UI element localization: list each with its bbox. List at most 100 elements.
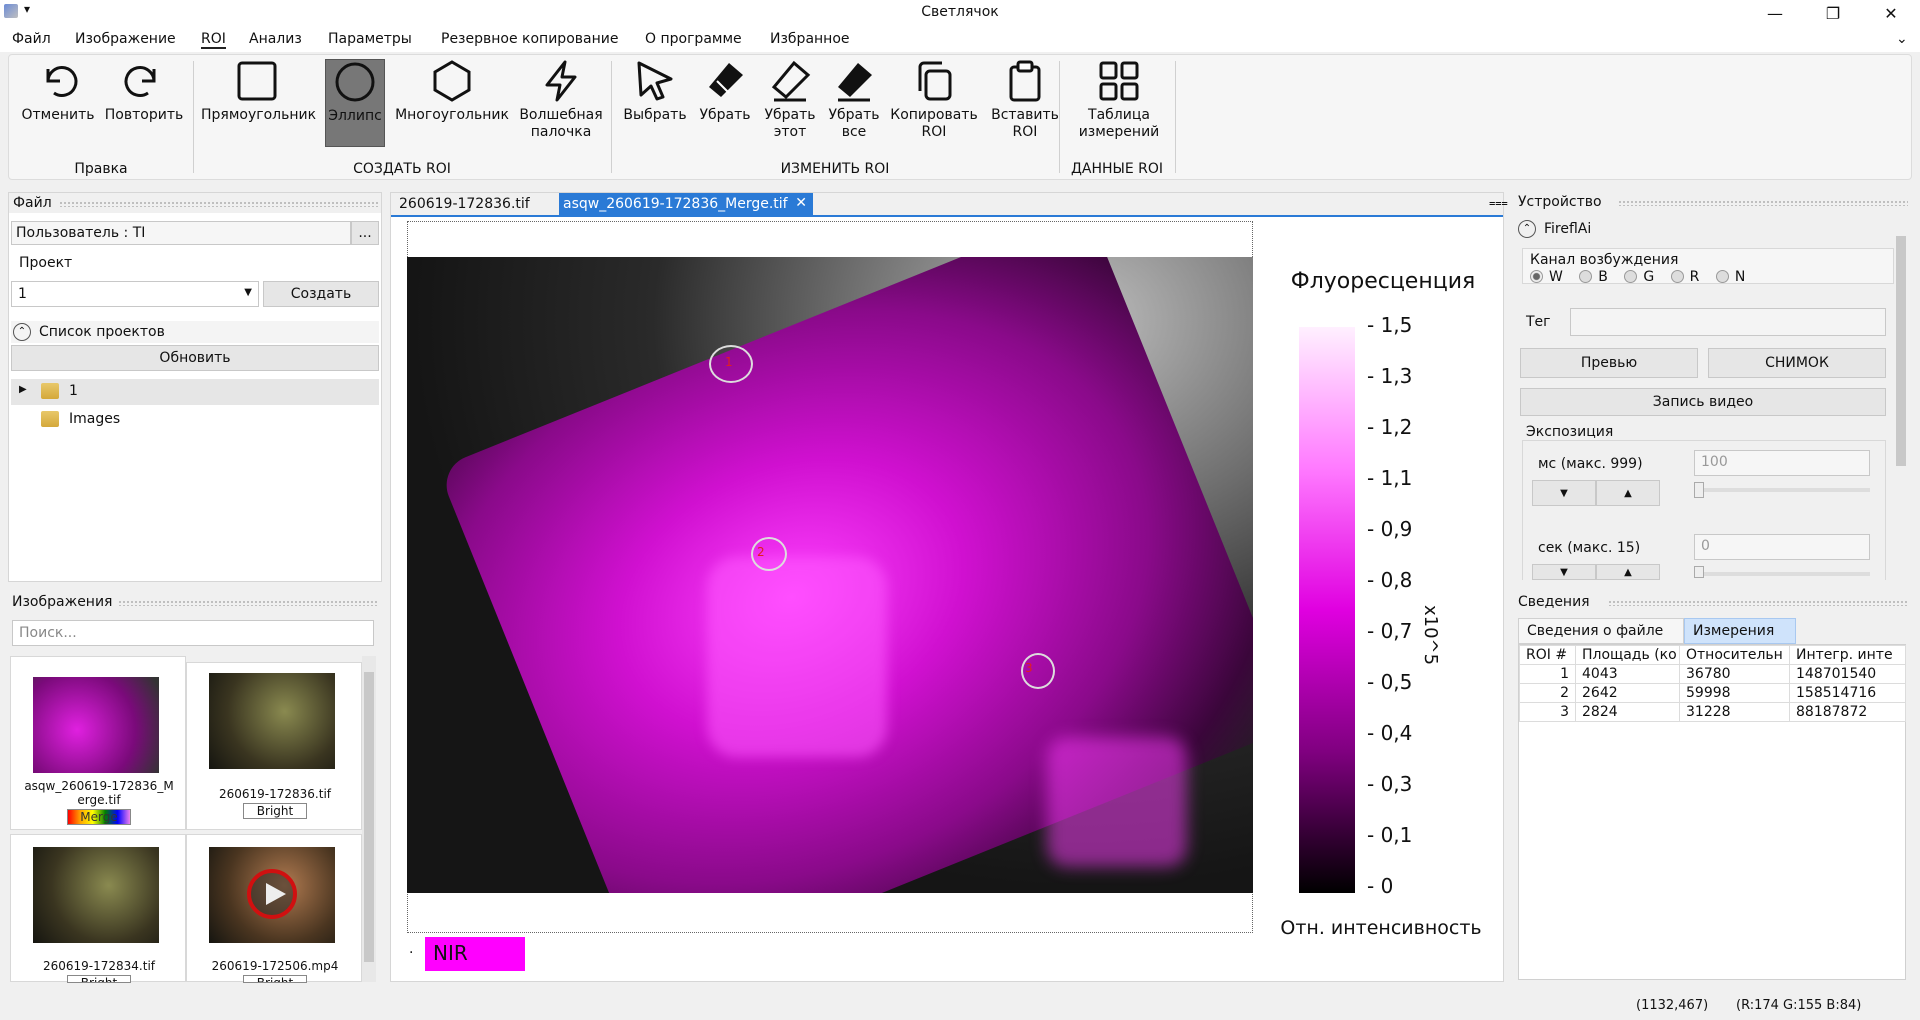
remove-all-button[interactable]: Убрать все [823,59,885,149]
channel-radio-b[interactable]: B [1579,269,1608,285]
measurements-table: ROI # Площадь (ко Относительн Интегр. ин… [1519,645,1906,722]
measurements-table-button[interactable]: Таблица измерений [1069,59,1169,149]
polygon-roi-button[interactable]: Многоугольник [393,59,511,149]
sec-increase-button[interactable]: ▲ [1596,564,1660,580]
redo-icon [124,66,156,97]
tag-input[interactable] [1570,308,1886,336]
sec-slider-handle[interactable] [1694,566,1704,578]
cursor-icon [637,61,673,101]
create-project-button[interactable]: Создать [263,281,379,307]
tree-item-label: 1 [69,383,78,399]
select-button[interactable]: Выбрать [619,59,691,149]
ms-input[interactable]: 100 [1694,450,1870,476]
channel-radio-n[interactable]: N [1715,269,1745,285]
column-header[interactable]: Относительн [1679,645,1790,665]
undo-icon [46,66,78,97]
colorbar-tick: - 1,2 [1367,415,1413,439]
image-search-input[interactable]: Поиск... [12,620,374,646]
menu-about[interactable]: О программе [645,31,742,47]
menu-roi[interactable]: ROI [201,31,226,49]
channel-radio-w[interactable]: W [1530,269,1563,285]
image-thumb-172834[interactable]: 260619-172834.tif Bright [10,834,186,983]
ms-slider[interactable] [1694,482,1870,498]
menu-backup[interactable]: Резервное копирование [441,31,618,47]
fluorescence-image[interactable]: 1 2 3 [407,257,1253,893]
sec-decrease-button[interactable]: ▼ [1532,564,1596,580]
scrollbar-thumb[interactable] [1896,236,1906,466]
tabs-menu-icon[interactable]: ⩶ [1489,196,1508,210]
refresh-button[interactable]: Обновить [11,345,379,371]
chevron-down-icon: ▼ [244,287,252,298]
remove-button[interactable]: Убрать [695,59,755,149]
menu-settings[interactable]: Параметры [328,31,412,47]
play-icon[interactable] [247,869,297,919]
ellipse-roi-button[interactable]: Эллипс [325,59,385,147]
tab-merge[interactable]: asqw_260619-172836_Merge.tif ✕ [559,193,813,217]
roi-1-ellipse[interactable]: 1 [709,345,753,383]
cell-integrated: 158514716 [1789,683,1906,703]
ms-slider-handle[interactable] [1694,482,1704,498]
ms-decrease-button[interactable]: ▼ [1532,480,1596,506]
tree-item-1[interactable]: ▶ 1 [11,379,379,405]
menu-favorites[interactable]: Избранное [770,31,850,47]
paste-roi-button[interactable]: Вставить ROI [985,59,1065,149]
column-header[interactable]: Интегр. инте [1789,645,1906,665]
menu-file[interactable]: Файл [12,31,51,47]
cell-integrated: 148701540 [1789,664,1906,684]
device-header[interactable]: ⌃ FireflAi [1518,218,1904,242]
sec-input[interactable]: 0 [1694,534,1870,560]
video-thumb-172506[interactable]: 260619-172506.mp4 Bright [186,834,362,983]
redo-label: Повторить [104,107,184,123]
user-browse-button[interactable]: ... [351,221,379,245]
tab-original[interactable]: 260619-172836.tif [399,196,530,212]
redo-button[interactable]: Повторить [103,59,185,149]
minimize-button[interactable]: — [1752,0,1798,26]
file-panel: Файл Пользователь : TI ... Проект 1 ▼ Со… [8,192,382,582]
triangle-up-icon: ▲ [1624,487,1632,499]
image-thumb-merge[interactable]: asqw_260619-172836_M erge.tif Merge [10,656,186,830]
channel-radio-r[interactable]: R [1670,269,1699,285]
project-select[interactable]: 1 ▼ [11,281,259,307]
grid-icon [1099,61,1139,101]
ribbon-collapse-icon[interactable]: ⌄ [1896,31,1908,47]
images-scrollbar[interactable] [362,656,376,982]
triangle-down-icon: ▼ [1560,566,1568,578]
table-row[interactable]: 2 2642 59998 158514716 [1519,683,1906,703]
remove-this-button[interactable]: Убрать этот [759,59,821,149]
info-panel-header: Сведения [1518,594,1590,610]
project-list-header[interactable]: ⌃ Список проектов [11,321,379,343]
copy-roi-button[interactable]: Копировать ROI [887,59,981,149]
roi-2-ellipse[interactable]: 2 [751,537,787,571]
table-row[interactable]: 1 4043 36780 148701540 [1519,664,1906,684]
record-video-button[interactable]: Запись видео [1520,388,1886,416]
magic-wand-button[interactable]: Волшебная палочка [515,59,607,149]
undo-button[interactable]: Отменить [17,59,99,149]
colorbar-tick: - 0,9 [1367,517,1413,541]
triangle-up-icon: ▲ [1624,566,1632,578]
ms-increase-button[interactable]: ▲ [1596,480,1660,506]
maximize-button[interactable]: ❐ [1810,0,1856,26]
tree-item-images[interactable]: Images [11,407,379,433]
thumb-caption: asqw_260619-172836_M erge.tif [24,779,174,807]
channel-radio-g[interactable]: G [1624,269,1654,285]
tab-file-info[interactable]: Сведения о файле [1518,618,1684,644]
snapshot-button[interactable]: СНИМОК [1708,348,1886,378]
menu-image[interactable]: Изображение [75,31,176,47]
preview-button[interactable]: Превью [1520,348,1698,378]
measurements-table-label-2: измерений [1078,124,1160,140]
close-tab-icon[interactable]: ✕ [795,195,807,211]
column-header[interactable]: ROI # [1519,645,1576,665]
table-row[interactable]: 3 2824 31228 88187872 [1519,702,1906,722]
device-scrollbar[interactable] [1894,218,1908,580]
close-window-button[interactable]: ✕ [1868,0,1914,26]
roi-3-ellipse[interactable]: 3 [1021,653,1055,689]
image-thumb-172836[interactable]: 260619-172836.tif Bright [186,662,362,830]
menu-analysis[interactable]: Анализ [249,31,302,47]
channel-radio-group: W B G R N [1530,269,1745,285]
column-header[interactable]: Площадь (ко [1575,645,1680,665]
sec-slider[interactable] [1694,566,1870,578]
tab-measurements[interactable]: Измерения [1684,618,1796,644]
rectangle-roi-button[interactable]: Прямоугольник [201,59,316,149]
copy-icon [918,61,952,101]
scrollbar-thumb[interactable] [364,672,374,962]
